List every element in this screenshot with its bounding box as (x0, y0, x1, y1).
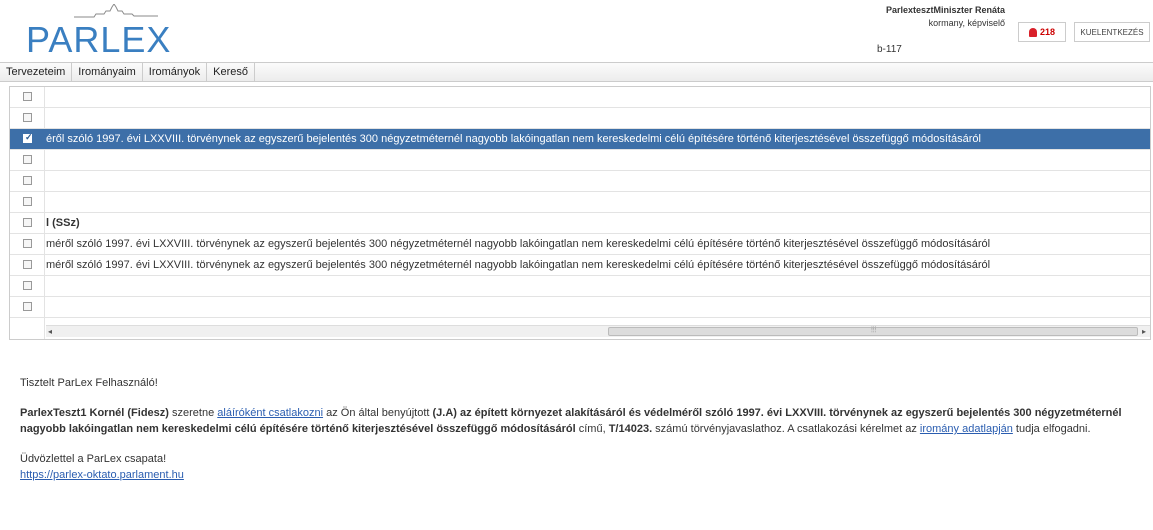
row-checkbox[interactable] (23, 197, 32, 206)
user-role: kormany, képviselő (928, 18, 1005, 28)
table-row[interactable] (10, 108, 1150, 129)
table-row[interactable]: méről szóló 1997. évi LXXVIII. törvényne… (10, 234, 1150, 255)
row-title: l (SSz) (46, 217, 80, 229)
message-body: ParlexTeszt1 Kornél (Fidesz) szeretne al… (20, 407, 1122, 435)
table-row[interactable]: l (SSz) (10, 213, 1150, 234)
scroll-left-arrow-icon[interactable]: ◂ (48, 327, 52, 336)
parliament-skyline-icon (74, 4, 158, 18)
table-row[interactable]: méről szóló 1997. évi LXXVIII. törvényne… (10, 255, 1150, 276)
table-row[interactable]: ✓ éről szóló 1997. évi LXXVIII. törvényne… (10, 129, 1150, 150)
menu-item-iromanyaim[interactable]: Irományaim (72, 63, 143, 81)
row-checkbox[interactable] (23, 260, 32, 269)
bell-icon (1028, 27, 1037, 37)
room-number: b-117 (877, 44, 902, 55)
row-checkbox[interactable]: ✓ (23, 132, 33, 143)
notifications-button[interactable]: 218 (1018, 22, 1066, 42)
row-checkbox[interactable] (23, 92, 32, 101)
header: PARLEX ParlextesztMiniszter Renáta korma… (0, 0, 1153, 62)
scrollbar-grip-icon: ⦙⦙⦙ (871, 325, 877, 334)
menu-item-iromanyok[interactable]: Irományok (143, 63, 208, 81)
notification-count: 218 (1039, 27, 1056, 37)
table-row[interactable] (10, 276, 1150, 297)
bill-number: T/14023. (608, 423, 653, 435)
document-grid: ✓ éről szóló 1997. évi LXXVIII. törvényne… (9, 86, 1151, 340)
scrollbar-thumb[interactable]: ⦙⦙⦙ (608, 325, 1138, 336)
user-info: ParlextesztMiniszter Renáta kormany, kép… (886, 4, 1005, 30)
message-closing: Üdvözlettel a ParLex csapata! https://par… (20, 453, 184, 481)
row-title: méről szóló 1997. évi LXXVIII. törvényne… (46, 238, 991, 250)
checkmark-icon: ✓ (25, 132, 33, 142)
table-row[interactable] (10, 192, 1150, 213)
parlex-url-link[interactable]: https://parlex-oktato.parlament.hu (20, 469, 184, 481)
row-checkbox[interactable] (23, 302, 32, 311)
table-row[interactable] (10, 87, 1150, 108)
parlex-logo[interactable]: PARLEX (26, 4, 176, 60)
main-menu: Tervezeteim Irományaim Irományok Kereső (0, 62, 1153, 82)
message-sender: ParlexTeszt1 Kornél (Fidesz) (20, 407, 169, 419)
row-checkbox[interactable] (23, 281, 32, 290)
menu-item-kereso[interactable]: Kereső (207, 63, 255, 81)
document-datasheet-link[interactable]: iromány adatlapján (920, 423, 1013, 435)
logo-text: PARLEX (26, 19, 172, 60)
row-title: éről szóló 1997. évi LXXVIII. törvénynek… (46, 133, 981, 145)
row-checkbox[interactable] (23, 176, 32, 185)
row-checkbox[interactable] (23, 155, 32, 164)
menu-item-tervezeteim[interactable]: Tervezeteim (0, 63, 73, 81)
row-checkbox[interactable] (23, 239, 32, 248)
horizontal-scrollbar[interactable]: ◂ ⦙⦙⦙ ▸ (46, 325, 1150, 337)
table-row[interactable] (10, 171, 1150, 192)
row-checkbox[interactable] (23, 113, 32, 122)
row-title: méről szóló 1997. évi LXXVIII. törvényne… (46, 259, 991, 271)
table-row[interactable] (10, 297, 1150, 318)
row-checkbox[interactable] (23, 218, 32, 227)
scroll-right-arrow-icon[interactable]: ▸ (1142, 327, 1146, 336)
join-signer-link[interactable]: aláíróként csatlakozni (217, 407, 323, 419)
notification-message: Tisztelt ParLex Felhasználó! ParlexTeszt… (20, 375, 1140, 497)
table-row[interactable] (10, 150, 1150, 171)
message-greeting: Tisztelt ParLex Felhasználó! (20, 377, 158, 389)
user-name: ParlextesztMiniszter Renáta (885, 5, 1005, 15)
logout-button[interactable]: KUELENTKEZÉS (1074, 22, 1150, 42)
